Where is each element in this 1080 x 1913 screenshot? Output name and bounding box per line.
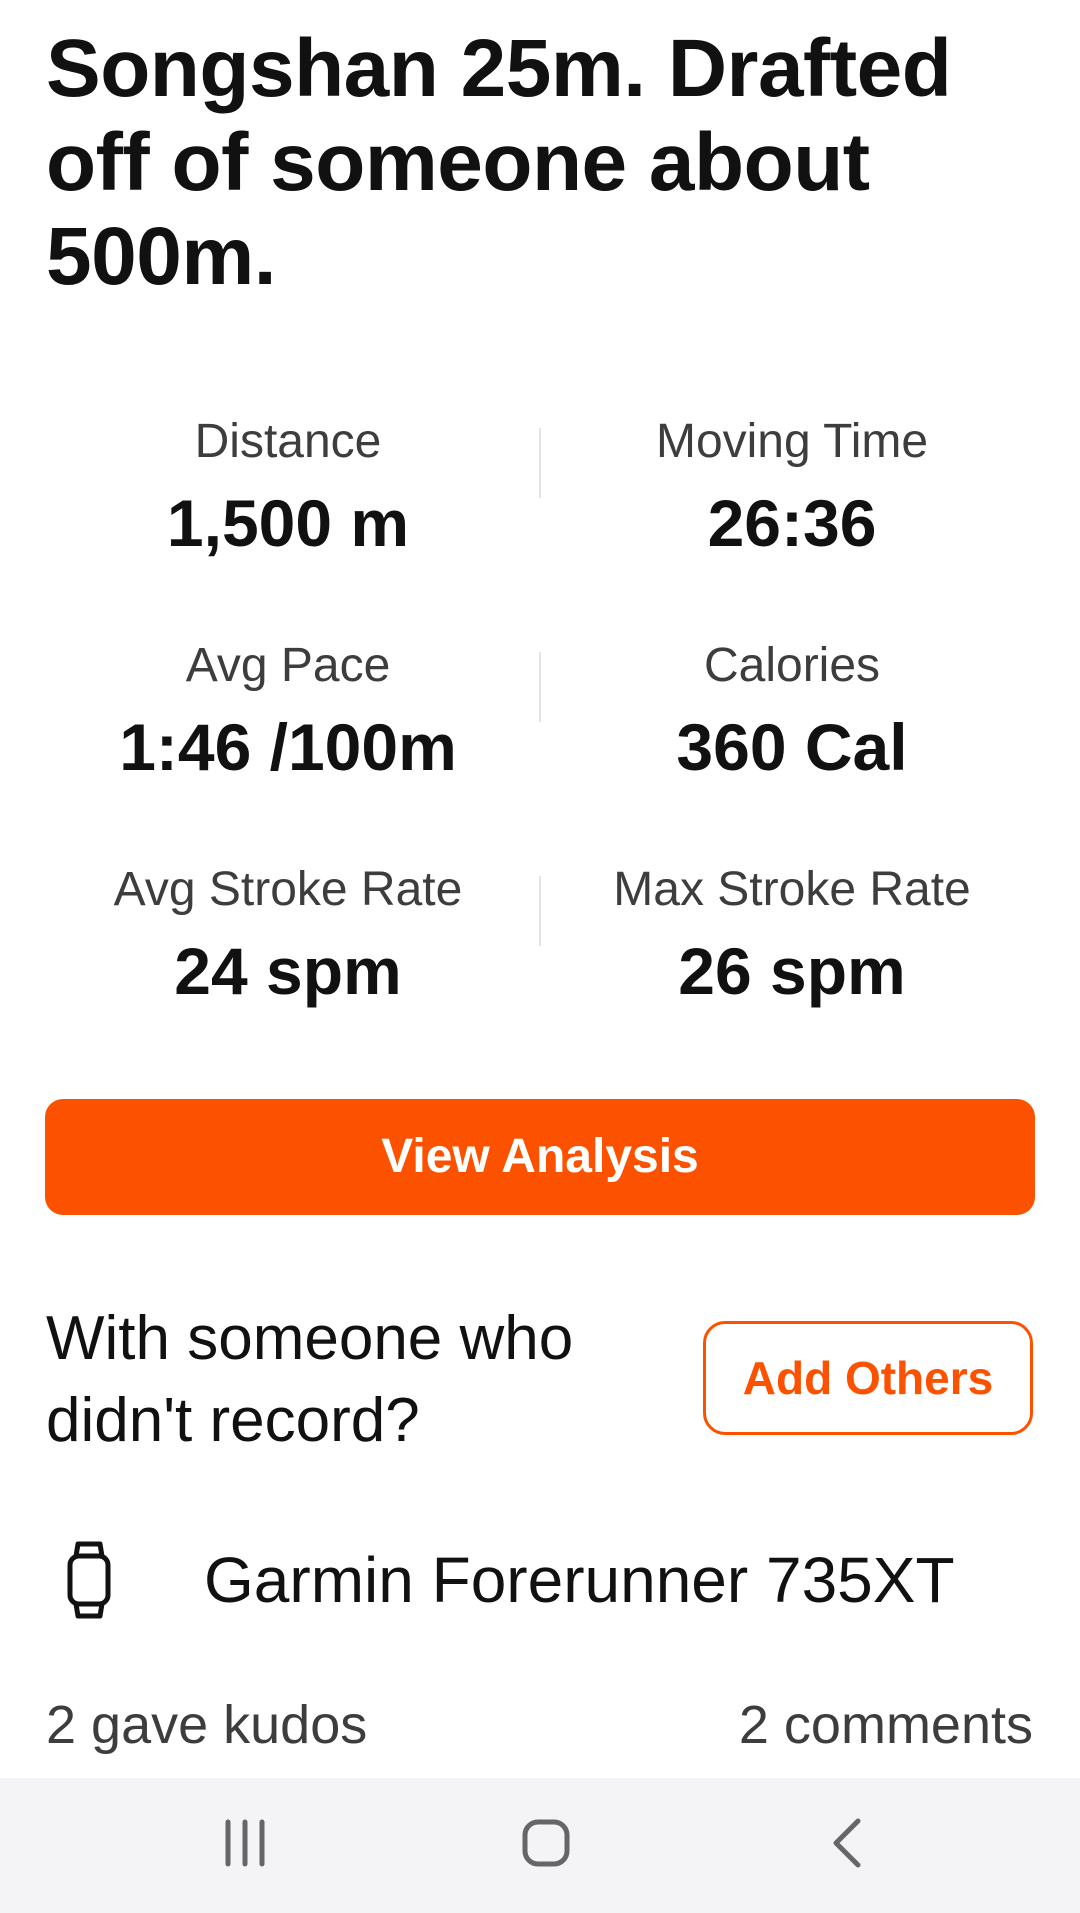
activity-detail-page: Songshan 25m. Drafted off of someone abo… — [0, 0, 1080, 1913]
stat-label: Avg Pace — [185, 639, 391, 692]
stats-row: Avg Stroke Rate 24 spm Max Stroke Rate 2… — [36, 848, 1044, 1072]
stat-avg-pace: Avg Pace 1:46 /100m — [36, 624, 540, 848]
stat-label: Max Stroke Rate — [613, 863, 971, 916]
watch-icon — [56, 1540, 122, 1620]
stat-moving-time: Moving Time 26:36 — [540, 400, 1044, 624]
recent-apps-icon — [220, 1818, 270, 1873]
stat-label: Avg Stroke Rate — [113, 863, 463, 916]
stats-row: Avg Pace 1:46 /100m Calories 360 Cal — [36, 624, 1044, 848]
social-summary: 2 gave kudos 2 comments — [46, 1690, 1033, 1760]
stat-value: 1:46 /100m — [119, 710, 457, 784]
activity-title: Songshan 25m. Drafted off of someone abo… — [46, 23, 952, 302]
stat-label: Distance — [194, 415, 382, 468]
stat-label: Calories — [703, 639, 881, 692]
stat-label: Moving Time — [655, 415, 929, 468]
stats-row: Distance 1,500 m Moving Time 26:36 — [36, 400, 1044, 624]
stat-value: 24 spm — [174, 934, 402, 1008]
view-analysis-button[interactable]: View Analysis — [45, 1099, 1035, 1215]
recent-apps-button[interactable] — [145, 1778, 345, 1913]
stat-value: 360 Cal — [676, 710, 908, 784]
stat-divider — [539, 652, 541, 722]
stat-value: 26:36 — [707, 486, 877, 560]
stat-distance: Distance 1,500 m — [36, 400, 540, 624]
stat-max-stroke-rate: Max Stroke Rate 26 spm — [540, 848, 1044, 1072]
stat-avg-stroke-rate: Avg Stroke Rate 24 spm — [36, 848, 540, 1072]
device-name: Garmin Forerunner 735XT — [204, 1544, 955, 1616]
home-icon — [521, 1818, 571, 1873]
stats-grid: Distance 1,500 m Moving Time 26:36 Avg P… — [36, 400, 1044, 1072]
home-button[interactable] — [446, 1778, 646, 1913]
kudos-count-link[interactable]: 2 gave kudos — [46, 1690, 367, 1760]
comments-count-link[interactable]: 2 comments — [739, 1690, 1033, 1760]
stat-calories: Calories 360 Cal — [540, 624, 1044, 848]
add-others-prompt: With someone who didn't record? — [46, 1304, 574, 1455]
back-button[interactable] — [748, 1778, 948, 1913]
stat-value: 1,500 m — [166, 486, 410, 560]
add-others-button[interactable]: Add Others — [703, 1321, 1033, 1435]
stat-value: 26 spm — [678, 934, 906, 1008]
back-icon — [828, 1817, 868, 1874]
stat-divider — [539, 876, 541, 946]
system-navigation-bar — [0, 1778, 1080, 1913]
device-row[interactable]: Garmin Forerunner 735XT — [46, 1530, 1036, 1630]
stat-divider — [539, 428, 541, 498]
